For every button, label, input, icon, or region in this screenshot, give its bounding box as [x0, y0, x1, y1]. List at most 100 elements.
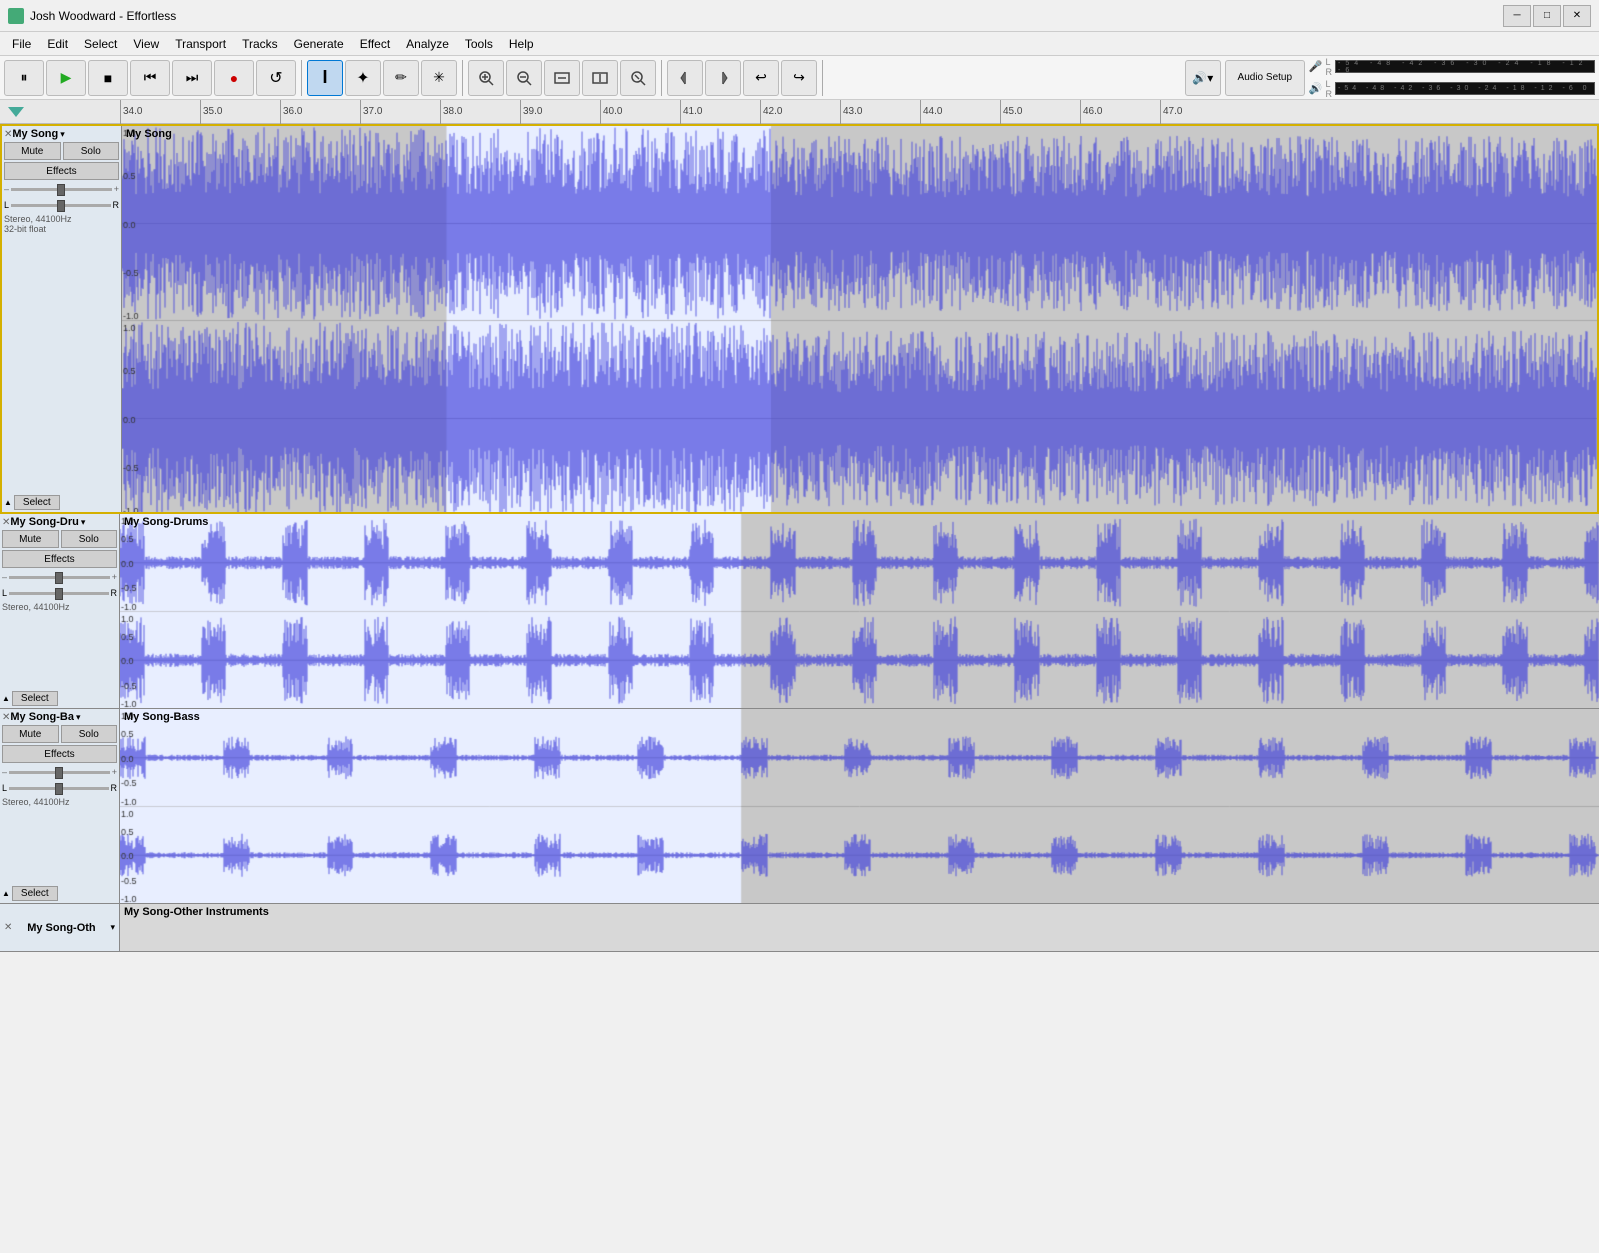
ruler[interactable]: 34.0 35.0 36.0 37.0 38.0 39.0 40.0 41.0 … [0, 100, 1599, 124]
waveform-my-song-drums[interactable]: My Song-Drums [120, 514, 1599, 708]
track-solo-my-song-bass[interactable]: Solo [61, 725, 118, 743]
track-dropdown-my-song-bass[interactable]: ▾ [76, 712, 81, 723]
track-effects-my-song-drums[interactable]: Effects [2, 550, 117, 568]
pan-r-my-song: R [113, 200, 120, 210]
pan-slider-bass[interactable] [9, 781, 108, 795]
output-vu-meter: -54 -48 -42 -36 -30 -24 -18 -12 -6 0 [1335, 82, 1595, 95]
fit-vertical-button[interactable] [582, 60, 618, 96]
select-button-drums[interactable]: Select [12, 691, 58, 706]
ruler-mark: 43.0 [840, 100, 920, 124]
maximize-button[interactable]: □ [1533, 5, 1561, 27]
track-close-my-song-drums[interactable]: ✕ [2, 517, 10, 528]
toolbar-separator-4 [822, 60, 823, 96]
zoom-out-button[interactable] [506, 60, 542, 96]
track-my-song: ✕ My Song ▾ Mute Solo Effects – + [0, 124, 1599, 514]
track-gain-my-song-bass: – + [2, 765, 117, 779]
select-arrow-bass[interactable]: ▲ [2, 889, 10, 898]
pan-slider-drums[interactable] [9, 586, 108, 600]
menu-edit[interactable]: Edit [39, 35, 76, 53]
trim-left-button[interactable] [667, 60, 703, 96]
toolbar-separator-2 [462, 60, 463, 96]
track-mute-my-song-bass[interactable]: Mute [2, 725, 59, 743]
stop-button[interactable]: ■ [88, 60, 128, 96]
undo-button[interactable]: ↩ [743, 60, 779, 96]
audio-setup-button[interactable]: Audio Setup [1225, 60, 1305, 96]
menu-tracks[interactable]: Tracks [234, 35, 286, 53]
menu-select[interactable]: Select [76, 35, 125, 53]
menu-file[interactable]: File [4, 35, 39, 53]
titlebar-controls[interactable]: ─ □ ✕ [1503, 5, 1591, 27]
gain-minus-bass: – [2, 767, 7, 777]
track-effects-my-song-bass[interactable]: Effects [2, 745, 117, 763]
waveform-my-song-bass[interactable]: My Song-Bass [120, 709, 1599, 903]
input-meter-row: 🎤 LR -54 -48 -42 -36 -30 -24 -18 -12 -6 [1309, 57, 1595, 77]
multi-tool-button[interactable]: ✦ [345, 60, 381, 96]
menu-view[interactable]: View [125, 35, 167, 53]
fit-horizontal-button[interactable] [544, 60, 580, 96]
track-mute-my-song[interactable]: Mute [4, 142, 61, 160]
pan-l-my-song: L [4, 200, 9, 210]
select-arrow-my-song[interactable]: ▲ [4, 498, 12, 507]
waveform-title-other: My Song-Other Instruments [124, 906, 269, 918]
gain-slider-drums[interactable] [9, 570, 110, 584]
zoom-reset-button[interactable] [620, 60, 656, 96]
pause-button[interactable]: ⏸ [4, 60, 44, 96]
redo-button[interactable]: ↪ [781, 60, 817, 96]
track-solo-my-song-drums[interactable]: Solo [61, 530, 118, 548]
gain-slider-my-song[interactable] [11, 182, 112, 196]
track-name-row-my-song-bass: My Song-Ba ▾ [10, 711, 117, 723]
menu-tools[interactable]: Tools [457, 35, 501, 53]
waveform-my-song[interactable]: My Song [122, 126, 1597, 512]
track-close-my-song-other[interactable]: ✕ [4, 922, 12, 933]
title-bar: Josh Woodward - Effortless ─ □ ✕ [0, 0, 1599, 32]
track-mute-my-song-drums[interactable]: Mute [2, 530, 59, 548]
menu-effect[interactable]: Effect [352, 35, 398, 53]
star-tool-button[interactable]: ✳ [421, 60, 457, 96]
pan-l-bass: L [2, 783, 7, 793]
minimize-button[interactable]: ─ [1503, 5, 1531, 27]
skip-back-button[interactable]: ⏮ [130, 60, 170, 96]
waveform-my-song-other[interactable]: My Song-Other Instruments [120, 904, 1599, 951]
mic-icon: 🎤 [1309, 60, 1323, 73]
select-button-bass[interactable]: Select [12, 886, 58, 901]
main-content: ✕ My Song ▾ Mute Solo Effects – + [0, 124, 1599, 1253]
toolbar-separator-1 [301, 60, 302, 96]
track-dropdown-my-song-other[interactable]: ▾ [110, 922, 115, 933]
pan-slider-my-song[interactable] [11, 198, 110, 212]
trim-right-button[interactable] [705, 60, 741, 96]
track-header-my-song-drums: ✕ My Song-Dru ▾ [2, 516, 117, 528]
track-solo-my-song[interactable]: Solo [63, 142, 120, 160]
menu-generate[interactable]: Generate [286, 35, 352, 53]
track-name-my-song: My Song [12, 128, 58, 140]
gain-slider-bass[interactable] [9, 765, 110, 779]
menu-help[interactable]: Help [501, 35, 542, 53]
track-dropdown-my-song-drums[interactable]: ▾ [81, 517, 86, 528]
play-button[interactable]: ▶ [46, 60, 86, 96]
volume-button[interactable]: 🔊▾ [1185, 60, 1221, 96]
menu-transport[interactable]: Transport [167, 35, 234, 53]
track-header-my-song: ✕ My Song ▾ [4, 128, 119, 140]
close-button[interactable]: ✕ [1563, 5, 1591, 27]
loop-button[interactable]: ↺ [256, 60, 296, 96]
track-controls-my-song-bass: ✕ My Song-Ba ▾ Mute Solo Effects – [0, 709, 120, 903]
track-dropdown-my-song[interactable]: ▾ [60, 129, 65, 140]
ruler-mark: 45.0 [1000, 100, 1080, 124]
track-close-my-song[interactable]: ✕ [4, 129, 12, 140]
skip-forward-button[interactable]: ⏭ [172, 60, 212, 96]
select-button-my-song[interactable]: Select [14, 495, 60, 510]
record-button[interactable]: ● [214, 60, 254, 96]
menu-analyze[interactable]: Analyze [398, 35, 457, 53]
track-info-my-song-drums: Stereo, 44100Hz [2, 602, 117, 612]
pan-l-drums: L [2, 588, 7, 598]
ruler-mark: 39.0 [520, 100, 600, 124]
zoom-in-button[interactable] [468, 60, 504, 96]
ruler-mark: 40.0 [600, 100, 680, 124]
draw-tool-button[interactable]: ✏ [383, 60, 419, 96]
track-name-my-song-other: My Song-Oth [27, 922, 95, 934]
app-icon [8, 8, 24, 24]
select-tool-button[interactable]: I [307, 60, 343, 96]
select-arrow-drums[interactable]: ▲ [2, 694, 10, 703]
track-close-my-song-bass[interactable]: ✕ [2, 712, 10, 723]
track-effects-my-song[interactable]: Effects [4, 162, 119, 180]
output-meter-row: 🔊 LR -54 -48 -42 -36 -30 -24 -18 -12 -6 … [1309, 79, 1595, 99]
